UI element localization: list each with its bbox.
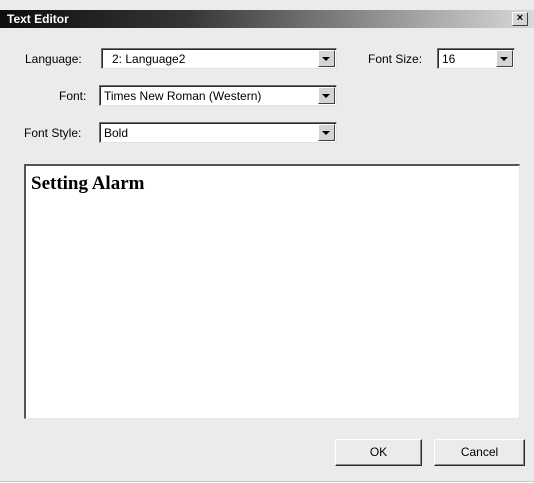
editor-text: Setting Alarm [31,173,145,194]
font-select[interactable]: Times New Roman (Western) [99,85,337,106]
close-button[interactable]: × [512,12,528,26]
title-bar: Text Editor × [0,10,534,28]
font-size-label: Font Size: [368,52,423,66]
font-label: Font: [59,89,87,103]
chevron-down-icon[interactable] [496,50,513,67]
text-editor-area[interactable]: Setting Alarm [24,164,520,419]
language-select[interactable]: 2: Language2 [101,48,337,69]
text-editor-dialog: Text Editor × Language: 2: Language2 Fon… [0,0,534,482]
font-style-label: Font Style: [24,126,82,140]
font-size-select[interactable]: 16 [437,48,515,69]
close-icon: × [516,12,524,24]
language-label: Language: [25,52,82,66]
window-title: Text Editor [7,12,69,26]
cancel-button[interactable]: Cancel [434,439,525,466]
chevron-down-icon[interactable] [318,87,335,104]
ok-button[interactable]: OK [335,439,422,466]
font-style-select[interactable]: Bold [99,122,337,143]
chevron-down-icon[interactable] [318,124,335,141]
language-value: 2: Language2 [112,52,186,66]
font-style-value: Bold [104,126,129,140]
font-size-value: 16 [442,52,456,66]
font-value: Times New Roman (Western) [104,89,262,103]
chevron-down-icon[interactable] [318,50,335,67]
